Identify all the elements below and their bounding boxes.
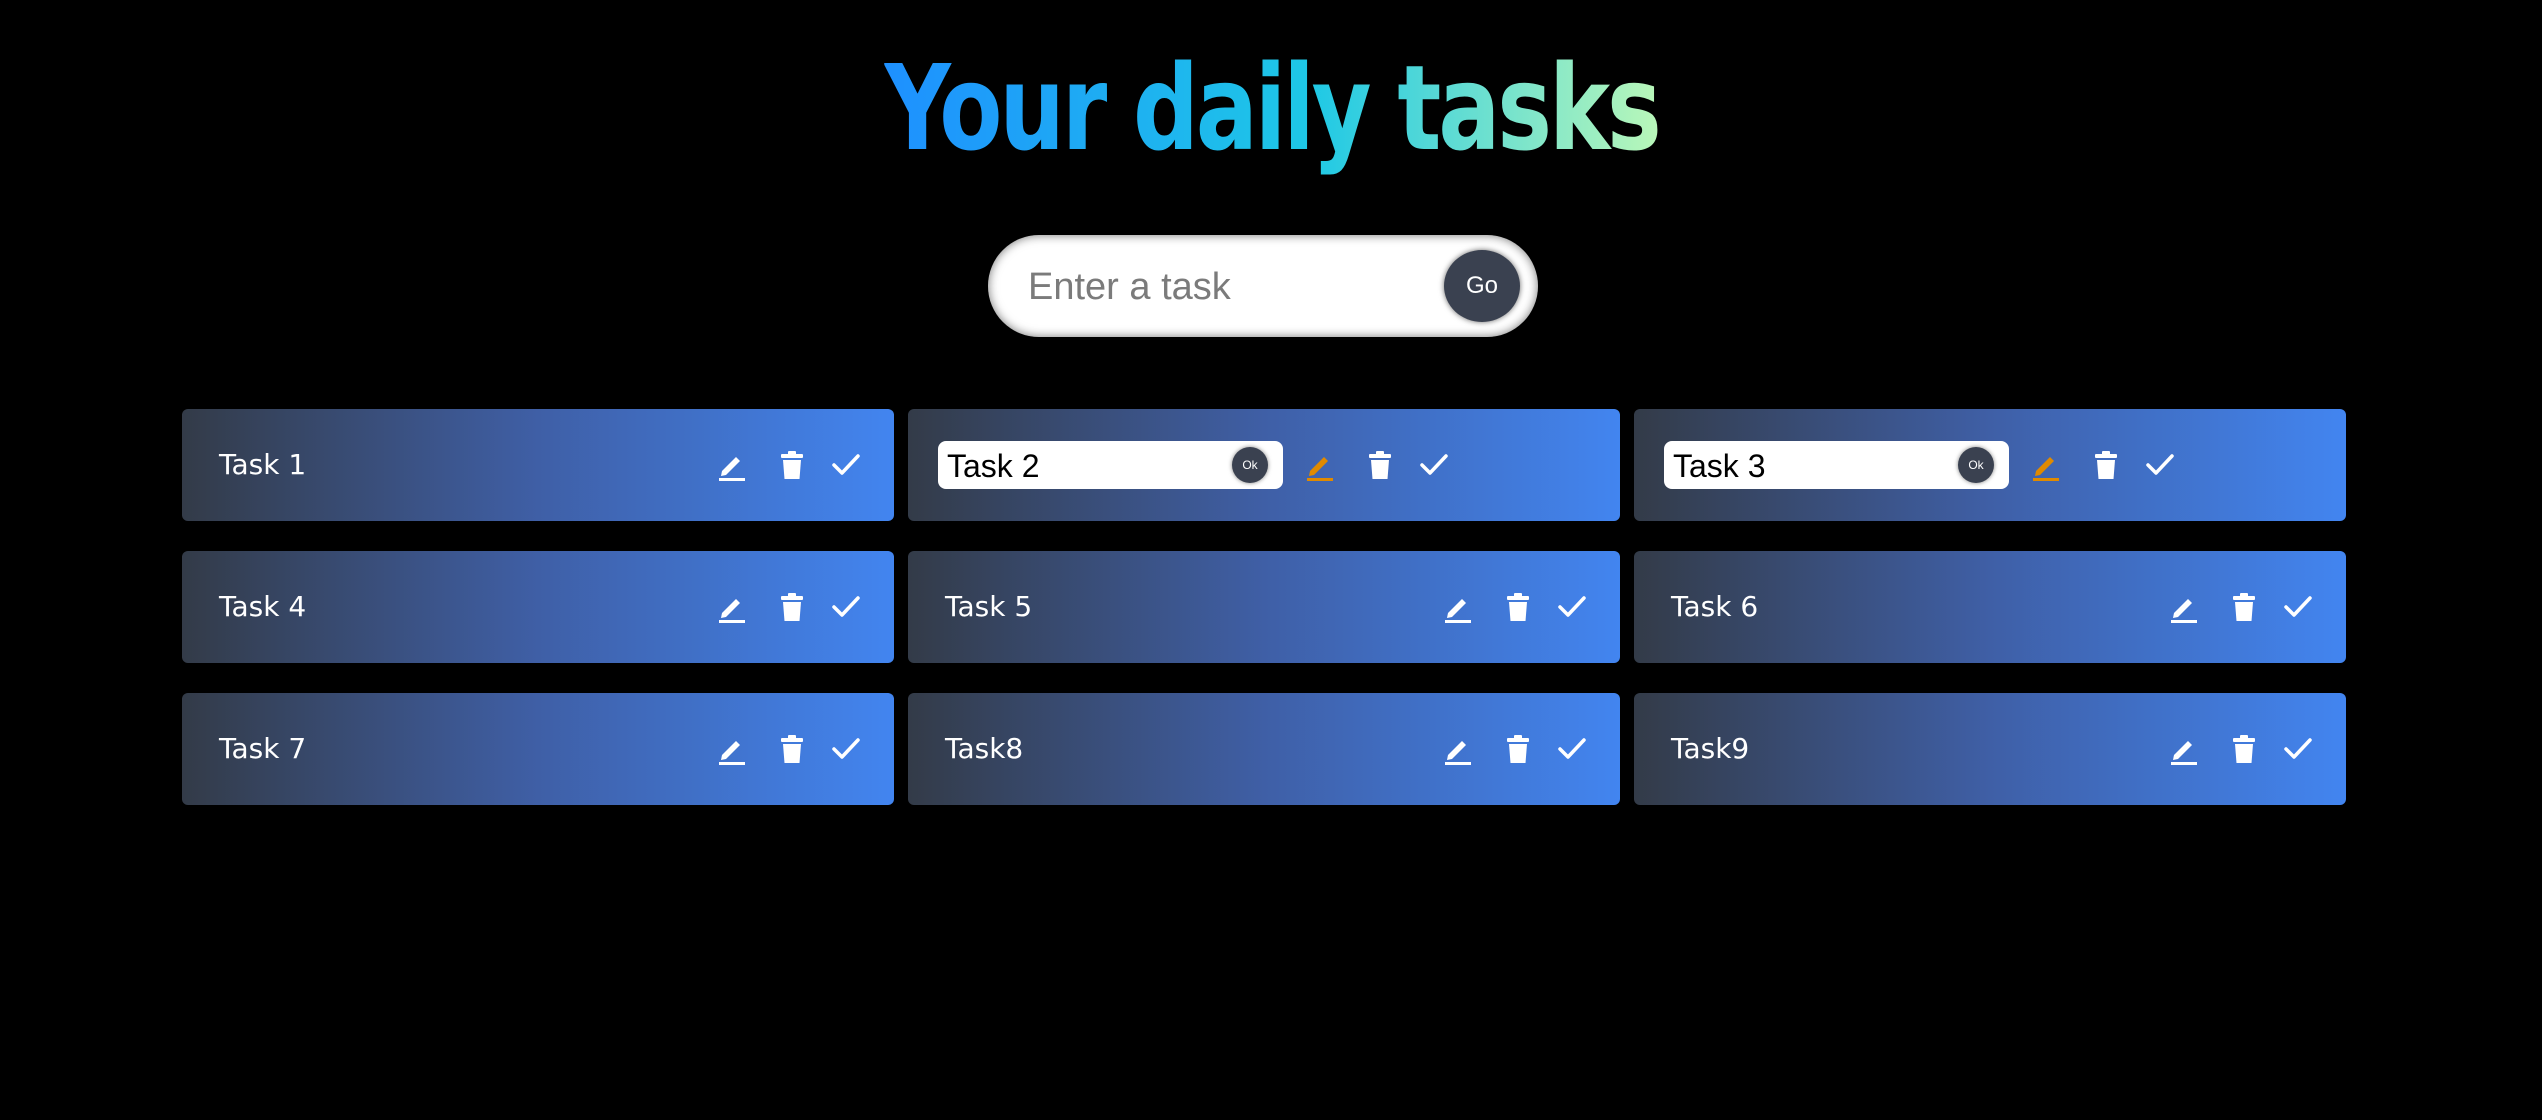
complete-check-icon[interactable] (828, 731, 864, 767)
complete-check-icon[interactable] (2280, 731, 2316, 767)
complete-check-icon[interactable] (2142, 447, 2178, 483)
edit-pencil-icon[interactable] (1440, 731, 1476, 767)
delete-trash-icon[interactable] (774, 589, 810, 625)
task-card: Task9 (1634, 693, 2346, 805)
complete-check-icon[interactable] (828, 589, 864, 625)
task-label: Task 1 (219, 448, 307, 481)
delete-trash-icon[interactable] (1362, 447, 1398, 483)
task-card: Task 4 (182, 551, 894, 663)
delete-trash-icon[interactable] (774, 731, 810, 767)
edit-pencil-icon[interactable] (1302, 447, 1338, 483)
task-card: Ok (908, 409, 1620, 521)
task-card: Task 6 (1634, 551, 2346, 663)
task-label: Task 7 (219, 732, 307, 765)
delete-trash-icon[interactable] (1500, 589, 1536, 625)
complete-check-icon[interactable] (1554, 589, 1590, 625)
edit-pencil-icon[interactable] (714, 731, 750, 767)
complete-check-icon[interactable] (1416, 447, 1452, 483)
task-label: Task 6 (1671, 590, 1759, 623)
ok-button[interactable]: Ok (1232, 447, 1268, 483)
edit-pencil-icon[interactable] (714, 447, 750, 483)
go-button[interactable]: Go (1444, 250, 1520, 322)
task-label: Task9 (1671, 732, 1750, 765)
edit-pencil-icon[interactable] (714, 589, 750, 625)
task-input-bar: Go (988, 235, 1538, 337)
task-label: Task 5 (945, 590, 1033, 623)
complete-check-icon[interactable] (828, 447, 864, 483)
task-input[interactable] (1026, 257, 1410, 317)
ok-button[interactable]: Ok (1958, 447, 1994, 483)
task-label: Task 4 (219, 590, 307, 623)
edit-pencil-icon[interactable] (2166, 731, 2202, 767)
task-card: Task8 (908, 693, 1620, 805)
complete-check-icon[interactable] (1554, 731, 1590, 767)
delete-trash-icon[interactable] (2226, 731, 2262, 767)
task-edit-field: Ok (1664, 441, 2009, 489)
delete-trash-icon[interactable] (2226, 589, 2262, 625)
task-edit-field: Ok (938, 441, 1283, 489)
page-title: Your daily tasks (0, 28, 2542, 188)
edit-pencil-icon[interactable] (1440, 589, 1476, 625)
task-card: Task 1 (182, 409, 894, 521)
edit-pencil-icon[interactable] (2166, 589, 2202, 625)
task-card: Task 7 (182, 693, 894, 805)
delete-trash-icon[interactable] (774, 447, 810, 483)
task-edit-input[interactable] (945, 443, 1219, 489)
delete-trash-icon[interactable] (1500, 731, 1536, 767)
task-card: Ok (1634, 409, 2346, 521)
edit-pencil-icon[interactable] (2028, 447, 2064, 483)
task-edit-input[interactable] (1671, 443, 1945, 489)
task-card: Task 5 (908, 551, 1620, 663)
delete-trash-icon[interactable] (2088, 447, 2124, 483)
task-label: Task8 (945, 732, 1024, 765)
complete-check-icon[interactable] (2280, 589, 2316, 625)
